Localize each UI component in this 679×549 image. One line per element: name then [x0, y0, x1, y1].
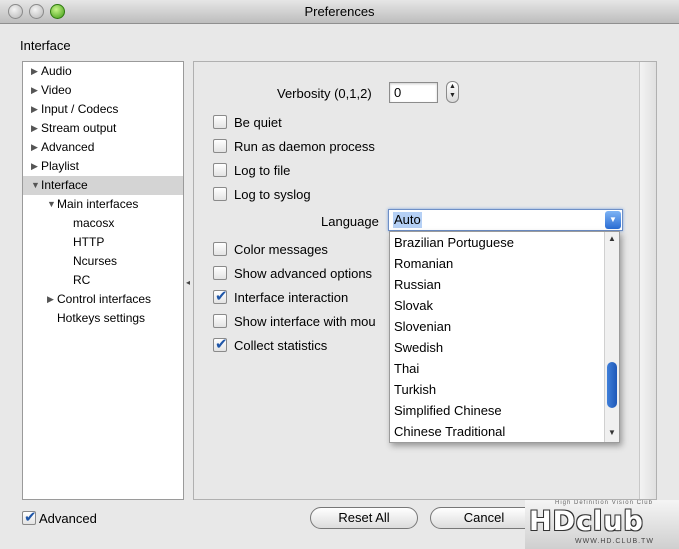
show-interface-mouse-checkbox[interactable]	[213, 314, 227, 328]
disclosure-collapsed-icon[interactable]: ▶	[31, 119, 41, 137]
tree-item-label: Video	[41, 83, 72, 97]
interface-interaction-label: Interface interaction	[234, 290, 349, 305]
tree-item-label: macosx	[73, 216, 115, 230]
tree-item-label: Interface	[41, 178, 88, 192]
tree-item-label: Audio	[41, 64, 72, 78]
log-to-file-checkbox[interactable]	[213, 163, 227, 177]
tree-item[interactable]: Hotkeys settings	[23, 309, 183, 328]
tree-item-label: HTTP	[73, 235, 105, 249]
stepper-down-icon[interactable]: ▼	[449, 92, 456, 99]
language-option[interactable]: Romanian	[394, 253, 453, 274]
log-to-syslog-checkbox[interactable]	[213, 187, 227, 201]
tree-item[interactable]: macosx	[23, 214, 183, 233]
preferences-window: Preferences Interface ▶ Audio ▶ Video ▶ Input…	[0, 0, 679, 549]
tree-item-label: RC	[73, 273, 91, 287]
log-to-file-label: Log to file	[234, 163, 291, 178]
tree-item-label: Advanced	[41, 140, 95, 154]
reset-all-button[interactable]: Reset All	[310, 507, 418, 529]
tree-item-label: Ncurses	[73, 254, 118, 268]
language-option[interactable]: Brazilian Portuguese	[394, 232, 514, 253]
tree-item[interactable]: HTTP	[23, 233, 183, 252]
tree-item[interactable]: ▼ Main interfaces	[23, 195, 183, 214]
title-bar: Preferences	[0, 0, 679, 24]
daemon-label: Run as daemon process	[234, 139, 375, 154]
show-advanced-options-checkbox[interactable]	[213, 266, 227, 280]
show-advanced-options-label: Show advanced options	[234, 266, 373, 281]
disclosure-collapsed-icon[interactable]: ▶	[31, 157, 41, 175]
be-quiet-checkbox[interactable]	[213, 115, 227, 129]
collect-statistics-checkbox[interactable]	[213, 335, 228, 353]
scroll-down-arrow-icon[interactable]: ▼	[608, 428, 616, 437]
splitter-handle-icon[interactable]: ◂	[186, 278, 190, 287]
disclosure-expanded-icon[interactable]: ▼	[31, 176, 41, 194]
interface-interaction-checkbox[interactable]	[213, 287, 228, 305]
preferences-tree: ▶ Audio ▶ Video ▶ Input / Codecs ▶ Stream outpu…	[22, 61, 184, 500]
tree-item[interactable]: ▶ Audio	[23, 62, 183, 81]
disclosure-collapsed-icon[interactable]: ▶	[47, 290, 57, 308]
disclosure-collapsed-icon[interactable]: ▶	[31, 81, 41, 99]
dropdown-scrollbar[interactable]: ▲ ▼	[604, 232, 619, 442]
watermark-logo: HDclub	[529, 506, 644, 537]
tree-item[interactable]: ▼ Interface	[23, 176, 183, 195]
chevron-down-icon[interactable]: ▼	[605, 211, 621, 229]
tree-item[interactable]: ▶ Stream output	[23, 119, 183, 138]
collect-statistics-label: Collect statistics	[234, 338, 328, 353]
tree-item-label: Hotkeys settings	[57, 311, 146, 325]
tree-item[interactable]: ▶ Control interfaces	[23, 290, 183, 309]
language-option[interactable]: Turkish	[394, 379, 436, 400]
language-option[interactable]: Chinese Traditional	[394, 421, 505, 442]
daemon-checkbox[interactable]	[213, 139, 227, 153]
disclosure-collapsed-icon[interactable]: ▶	[31, 62, 41, 80]
verbosity-stepper[interactable]: ▲ ▼	[446, 81, 459, 103]
disclosure-collapsed-icon[interactable]: ▶	[31, 138, 41, 156]
tree-item[interactable]: Ncurses	[23, 252, 183, 271]
tree-item-label: Input / Codecs	[41, 102, 119, 116]
tree-item[interactable]: ▶ Input / Codecs	[23, 100, 183, 119]
section-title: Interface	[20, 38, 71, 53]
advanced-checkbox[interactable]	[22, 508, 37, 526]
tree-item-label: Main interfaces	[57, 197, 139, 211]
verbosity-input[interactable]: 0	[389, 82, 438, 103]
tree-item-label: Stream output	[41, 121, 117, 135]
language-option[interactable]: Slovak	[394, 295, 433, 316]
settings-panel-scrollbar[interactable]	[639, 62, 656, 499]
language-option[interactable]: Simplified Chinese	[394, 400, 502, 421]
language-option[interactable]: Swedish	[394, 337, 443, 358]
disclosure-expanded-icon[interactable]: ▼	[47, 195, 57, 213]
language-option[interactable]: Thai	[394, 358, 419, 379]
tree-item[interactable]: ▶ Playlist	[23, 157, 183, 176]
tree-item-label: Control interfaces	[57, 292, 152, 306]
language-dropdown-list: Chinese Traditional Simplified Chinese Tur…	[389, 231, 620, 443]
tree-item[interactable]: RC	[23, 271, 183, 290]
watermark-url: WWW.HD.CLUB.TW	[575, 538, 654, 545]
language-option[interactable]: Russian	[394, 274, 441, 295]
stepper-up-icon[interactable]: ▲	[449, 83, 456, 90]
language-option[interactable]: Slovenian	[394, 316, 451, 337]
log-to-syslog-label: Log to syslog	[234, 187, 311, 202]
language-selected-value: Auto	[393, 212, 422, 228]
cancel-button[interactable]: Cancel	[430, 507, 538, 529]
color-messages-checkbox[interactable]	[213, 242, 227, 256]
show-interface-mouse-label: Show interface with mou	[234, 314, 376, 329]
language-select[interactable]: Auto ▼	[388, 209, 623, 231]
scroll-up-arrow-icon[interactable]: ▲	[608, 234, 616, 243]
be-quiet-label: Be quiet	[234, 115, 282, 130]
tree-item[interactable]: ▶ Advanced	[23, 138, 183, 157]
verbosity-label: Verbosity (0,1,2)	[277, 86, 372, 101]
color-messages-label: Color messages	[234, 242, 328, 257]
tree-item-label: Playlist	[41, 159, 80, 173]
hdclub-watermark: High Definition Vision Club HDclub WWW.H…	[525, 500, 679, 549]
dropdown-scroll-thumb[interactable]	[607, 362, 617, 408]
language-label: Language	[321, 214, 379, 229]
advanced-label: Advanced	[39, 511, 97, 526]
disclosure-collapsed-icon[interactable]: ▶	[31, 100, 41, 118]
tree-item[interactable]: ▶ Video	[23, 81, 183, 100]
window-title: Preferences	[304, 4, 375, 19]
